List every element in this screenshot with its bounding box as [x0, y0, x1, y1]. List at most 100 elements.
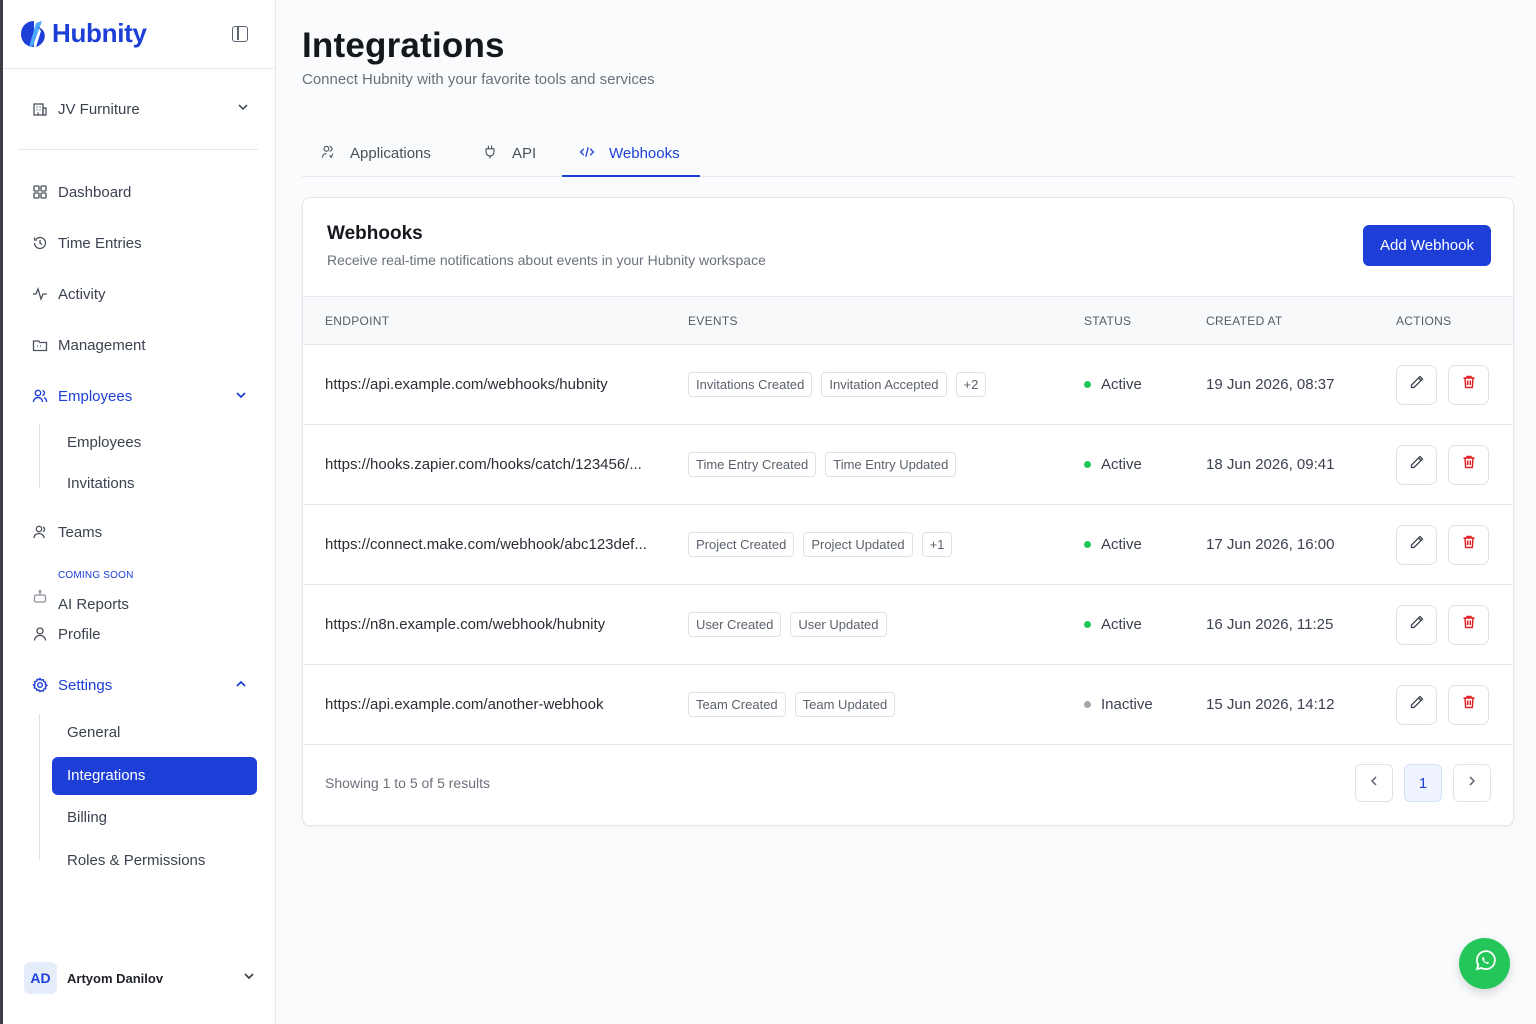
sidebar-item-activity[interactable]: Activity [32, 282, 106, 306]
sidebar-subitem-invitations[interactable]: Invitations [67, 473, 135, 495]
endpoint-url: https://api.example.com/webhooks/hubnity [325, 376, 608, 393]
edit-button[interactable] [1396, 364, 1437, 405]
history-icon [32, 235, 48, 251]
org-switcher[interactable]: JV Furniture [32, 96, 250, 122]
sidebar-subitem-employees[interactable]: Employees [67, 432, 141, 454]
more-events-badge[interactable]: +2 [955, 372, 987, 397]
users-icon [32, 388, 48, 404]
row-actions [1396, 345, 1489, 424]
add-webhook-button[interactable]: Add Webhook [1363, 225, 1491, 266]
trash-icon [1461, 614, 1477, 635]
gear-icon [32, 677, 48, 693]
sidebar-item-teams[interactable]: Teams [32, 520, 102, 544]
delete-button[interactable] [1448, 604, 1489, 645]
edit-button[interactable] [1396, 604, 1437, 645]
sidebar-item-profile[interactable]: Profile [32, 622, 101, 646]
team-icon [32, 524, 48, 540]
delete-button[interactable] [1448, 444, 1489, 485]
event-badge: User Created [688, 612, 782, 637]
status-label: Active [1101, 376, 1142, 393]
status-label: Inactive [1101, 696, 1153, 713]
prev-page-button[interactable] [1355, 764, 1393, 802]
sidebar-item-management[interactable]: Management [32, 333, 146, 357]
user-name: Artyom Danilov [67, 970, 164, 986]
tree-line [39, 714, 40, 860]
table-row: https://connect.make.com/webhook/abc123d… [303, 505, 1513, 585]
status-label: Active [1101, 456, 1142, 473]
plug-icon [482, 144, 502, 164]
chevron-right-icon [1465, 774, 1479, 792]
tab-api[interactable]: API [482, 130, 536, 177]
sidebar-item-employees[interactable]: Employees [32, 384, 246, 408]
tab-label: Applications [350, 145, 431, 162]
events-list: User Created User Updated [688, 585, 887, 664]
events-list: Team Created Team Updated [688, 665, 896, 744]
pencil-icon [1409, 694, 1425, 715]
more-events-badge[interactable]: +1 [921, 532, 953, 557]
chevron-left-icon [1367, 774, 1381, 792]
sidebar-item-settings[interactable]: Settings [32, 673, 246, 697]
code-icon [579, 144, 599, 164]
event-badge: Team Updated [794, 692, 896, 717]
bot-icon [32, 589, 48, 605]
sidebar-item-label: Profile [58, 625, 101, 643]
sidebar-item-ai-reports: AI Reports [32, 580, 129, 613]
sidebar-item-label: Activity [58, 285, 106, 303]
activity-icon [32, 286, 48, 302]
column-header: ENDPOINT [325, 314, 390, 328]
sidebar-item-time-entries[interactable]: Time Entries [32, 231, 142, 255]
status-dot-icon [1084, 621, 1091, 628]
edit-button[interactable] [1396, 444, 1437, 485]
tab-applications[interactable]: Applications [320, 130, 431, 177]
next-page-button[interactable] [1453, 764, 1491, 802]
trash-icon [1461, 694, 1477, 715]
sidebar-subitem-roles[interactable]: Roles & Permissions [67, 850, 205, 872]
row-actions [1396, 665, 1489, 744]
divider [18, 149, 258, 150]
whatsapp-chat-button[interactable] [1459, 938, 1510, 989]
logo[interactable]: Hubnity [20, 18, 147, 49]
sidebar-item-label: Settings [58, 676, 113, 694]
tab-label: API [512, 145, 537, 162]
edit-button[interactable] [1396, 524, 1437, 565]
column-header: EVENTS [688, 314, 738, 328]
sidebar-subitem-billing[interactable]: Billing [67, 807, 107, 829]
delete-button[interactable] [1448, 684, 1489, 725]
table-row: https://hooks.zapier.com/hooks/catch/123… [303, 425, 1513, 505]
column-header: CREATED AT [1206, 314, 1283, 328]
events-list: Project Created Project Updated +1 [688, 505, 953, 584]
sidebar-item-dashboard[interactable]: Dashboard [32, 180, 131, 204]
status-badge: Active [1084, 425, 1142, 504]
status-badge: Active [1084, 585, 1142, 664]
status-dot-icon [1084, 701, 1091, 708]
table-header: ENDPOINT EVENTS STATUS CREATED AT ACTION… [303, 296, 1513, 345]
sidebar-item-label: Dashboard [58, 183, 132, 201]
pencil-icon [1409, 614, 1425, 635]
sidebar-subitem-integrations[interactable]: Integrations [52, 757, 257, 795]
sidebar-subitem-general[interactable]: General [67, 722, 120, 744]
endpoint-url: https://connect.make.com/webhook/abc123d… [325, 536, 647, 553]
events-list: Time Entry Created Time Entry Updated [688, 425, 957, 504]
chevron-up-icon[interactable] [234, 677, 248, 695]
pencil-icon [1409, 454, 1425, 475]
edit-button[interactable] [1396, 684, 1437, 725]
event-badge: Project Created [688, 532, 795, 557]
events-list: Invitations Created Invitation Accepted +2 [688, 345, 987, 424]
page-subtitle: Connect Hubnity with your favorite tools… [302, 71, 655, 88]
delete-button[interactable] [1448, 364, 1489, 405]
page-title: Integrations [302, 26, 505, 65]
tab-active-indicator [562, 175, 700, 177]
chevron-down-icon [236, 100, 250, 118]
sidebar-item-label: Teams [58, 523, 103, 541]
page-number-button[interactable]: 1 [1404, 764, 1442, 802]
row-actions [1396, 425, 1489, 504]
chevron-down-icon[interactable] [234, 388, 248, 406]
tab-webhooks[interactable]: Webhooks [579, 130, 680, 177]
status-dot-icon [1084, 381, 1091, 388]
created-at: 18 Jun 2026, 09:41 [1206, 456, 1335, 473]
user-menu[interactable]: AD Artyom Danilov [24, 962, 256, 994]
collapse-sidebar-icon[interactable] [232, 26, 248, 42]
delete-button[interactable] [1448, 524, 1489, 565]
tab-bar: Applications API Webhooks [302, 130, 1514, 177]
event-badge: Project Updated [803, 532, 913, 557]
